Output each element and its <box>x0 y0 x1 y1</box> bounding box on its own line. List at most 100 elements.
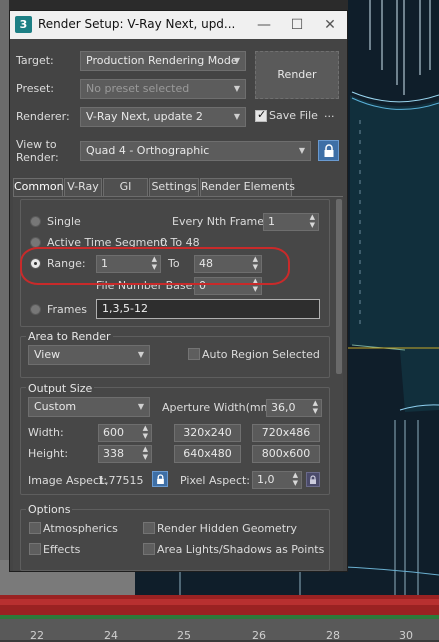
chevron-down-icon: ▼ <box>233 112 240 121</box>
timeline-tick-label: 24 <box>104 629 118 642</box>
effects-checkbox[interactable] <box>29 543 41 555</box>
output-size-title: Output Size <box>26 382 95 395</box>
spinner-arrows-icon[interactable]: ▲ ▼ <box>143 445 148 461</box>
spinner-arrows-icon[interactable]: ▲ ▼ <box>253 255 258 271</box>
pixel-aspect-label: Pixel Aspect: <box>180 474 251 487</box>
view-to-render-label-2: Render: <box>16 151 59 164</box>
renderer-label: Renderer: <box>16 110 70 123</box>
frames-radio[interactable] <box>30 304 41 315</box>
every-nth-frame-spinner[interactable]: 1 ▲ ▼ <box>263 213 319 231</box>
atmospherics-checkbox[interactable] <box>29 522 41 534</box>
preset-label: Preset: <box>16 82 55 95</box>
auto-region-checkbox[interactable] <box>188 348 200 360</box>
image-aspect-lock-button[interactable] <box>152 471 168 487</box>
maximize-button[interactable]: ☐ <box>280 11 314 39</box>
render-button[interactable]: Render <box>255 51 339 99</box>
timeline-tick-label: 30 <box>399 629 413 642</box>
width-spinner[interactable]: 600 ▲ ▼ <box>98 424 152 442</box>
tab-render-elements[interactable]: Render Elements <box>200 178 295 196</box>
dialog-title: Render Setup: V-Ray Next, upd... <box>38 17 236 31</box>
renderer-dropdown[interactable]: V-Ray Next, update 2 ▼ <box>80 107 246 127</box>
active-time-segment-radio[interactable] <box>30 237 41 248</box>
width-value: 600 <box>103 426 124 439</box>
output-size-preset-dropdown[interactable]: Custom ▼ <box>28 397 150 417</box>
renderer-value: V-Ray Next, update 2 <box>86 110 203 123</box>
range-label: Range: <box>47 257 86 270</box>
target-value: Production Rendering Mode <box>86 54 238 67</box>
timeline-tick-label: 26 <box>252 629 266 642</box>
spinner-arrows-icon[interactable]: ▲ ▼ <box>253 277 258 293</box>
preset-320x240-button[interactable]: 320x240 <box>174 424 241 442</box>
view-to-render-dropdown[interactable]: Quad 4 - Orthographic ▼ <box>80 141 311 161</box>
lock-icon <box>156 474 164 484</box>
active-time-segment-value: 0 To 48 <box>160 236 200 249</box>
range-start-value: 1 <box>101 257 108 270</box>
range-radio[interactable] <box>30 258 41 269</box>
preset-dropdown[interactable]: No preset selected ▼ <box>80 79 246 99</box>
effects-label: Effects <box>43 543 81 556</box>
area-lights-label: Area Lights/Shadows as Points <box>157 543 325 556</box>
spinner-arrows-icon[interactable]: ▲ ▼ <box>313 399 318 415</box>
every-nth-frame-value: 1 <box>268 215 275 228</box>
timeline-track[interactable] <box>0 595 439 640</box>
file-number-base-value: 0 <box>199 279 206 292</box>
preset-800x600-button[interactable]: 800x600 <box>252 445 320 463</box>
aperture-width-spinner[interactable]: 36,0 ▲ ▼ <box>266 399 322 417</box>
close-button[interactable]: ✕ <box>313 11 347 39</box>
options-title: Options <box>26 503 73 516</box>
range-end-spinner[interactable]: 48 ▲ ▼ <box>194 255 262 273</box>
target-dropdown[interactable]: Production Rendering Mode ▼ <box>80 51 246 71</box>
tab-gi[interactable]: GI <box>103 178 148 196</box>
range-to-label: To <box>168 257 180 270</box>
save-file-checkbox[interactable] <box>255 108 267 122</box>
timeline-ruler[interactable] <box>0 619 439 640</box>
area-to-render-dropdown[interactable]: View ▼ <box>28 345 150 365</box>
render-hidden-geometry-checkbox[interactable] <box>143 522 155 534</box>
area-lights-checkbox[interactable] <box>143 543 155 555</box>
frames-input[interactable]: 1,3,5-12 <box>96 299 320 319</box>
tab-settings[interactable]: Settings <box>149 178 199 196</box>
tab-vray[interactable]: V-Ray <box>64 178 102 196</box>
preset-value: No preset selected <box>86 82 190 95</box>
timeline-tick-label: 22 <box>30 629 44 642</box>
tab-common[interactable]: Common <box>13 178 64 197</box>
spinner-arrows-icon[interactable]: ▲ ▼ <box>143 424 148 440</box>
file-number-base-spinner[interactable]: 0 ▲ ▼ <box>194 277 262 295</box>
lock-view-button[interactable] <box>318 140 339 161</box>
image-aspect-label: Image Aspect: <box>28 474 108 487</box>
render-hidden-geometry-label: Render Hidden Geometry <box>157 522 298 535</box>
atmospherics-label: Atmospherics <box>43 522 118 535</box>
preset-720x486-button[interactable]: 720x486 <box>252 424 320 442</box>
timeline-key-bar-highlight <box>0 599 439 605</box>
area-to-render-value: View <box>34 348 61 361</box>
height-spinner[interactable]: 338 ▲ ▼ <box>98 445 152 463</box>
pixel-aspect-spinner[interactable]: 1,0 ▲ ▼ <box>252 471 302 489</box>
file-number-base-label: File Number Base: <box>96 279 197 292</box>
timeline-tick-label: 25 <box>177 629 191 642</box>
output-size-preset-value: Custom <box>34 400 77 413</box>
range-start-spinner[interactable]: 1 ▲ ▼ <box>96 255 161 273</box>
pixel-aspect-lock-button[interactable] <box>306 472 320 487</box>
dialog-titlebar[interactable]: 3 Render Setup: V-Ray Next, upd... — ☐ ✕ <box>10 11 347 39</box>
aperture-width-label: Aperture Width(mm): <box>162 401 280 414</box>
view-to-render-label: View to <box>16 138 57 151</box>
minimize-button[interactable]: — <box>247 11 281 39</box>
spinner-arrows-icon[interactable]: ▲ ▼ <box>310 213 315 229</box>
single-radio[interactable] <box>30 216 41 227</box>
spinner-arrows-icon[interactable]: ▲ ▼ <box>152 255 157 271</box>
spinner-arrows-icon[interactable]: ▲ ▼ <box>293 471 298 487</box>
save-file-more-button[interactable]: ... <box>324 107 335 120</box>
aperture-width-value: 36,0 <box>271 401 296 414</box>
lock-icon <box>324 144 333 157</box>
app-3ds-max-icon: 3 <box>15 16 32 33</box>
area-to-render-title: Area to Render <box>26 330 113 343</box>
view-value: Quad 4 - Orthographic <box>86 144 210 157</box>
scrollbar-thumb[interactable] <box>336 199 342 374</box>
active-time-segment-label: Active Time Segment: <box>47 236 169 249</box>
preset-640x480-button[interactable]: 640x480 <box>174 445 241 463</box>
chevron-down-icon: ▼ <box>233 84 240 93</box>
height-label: Height: <box>28 447 69 460</box>
every-nth-frame-label: Every Nth Frame: <box>172 215 268 228</box>
range-end-value: 48 <box>199 257 213 270</box>
panel-scrollbar[interactable] <box>335 199 343 569</box>
